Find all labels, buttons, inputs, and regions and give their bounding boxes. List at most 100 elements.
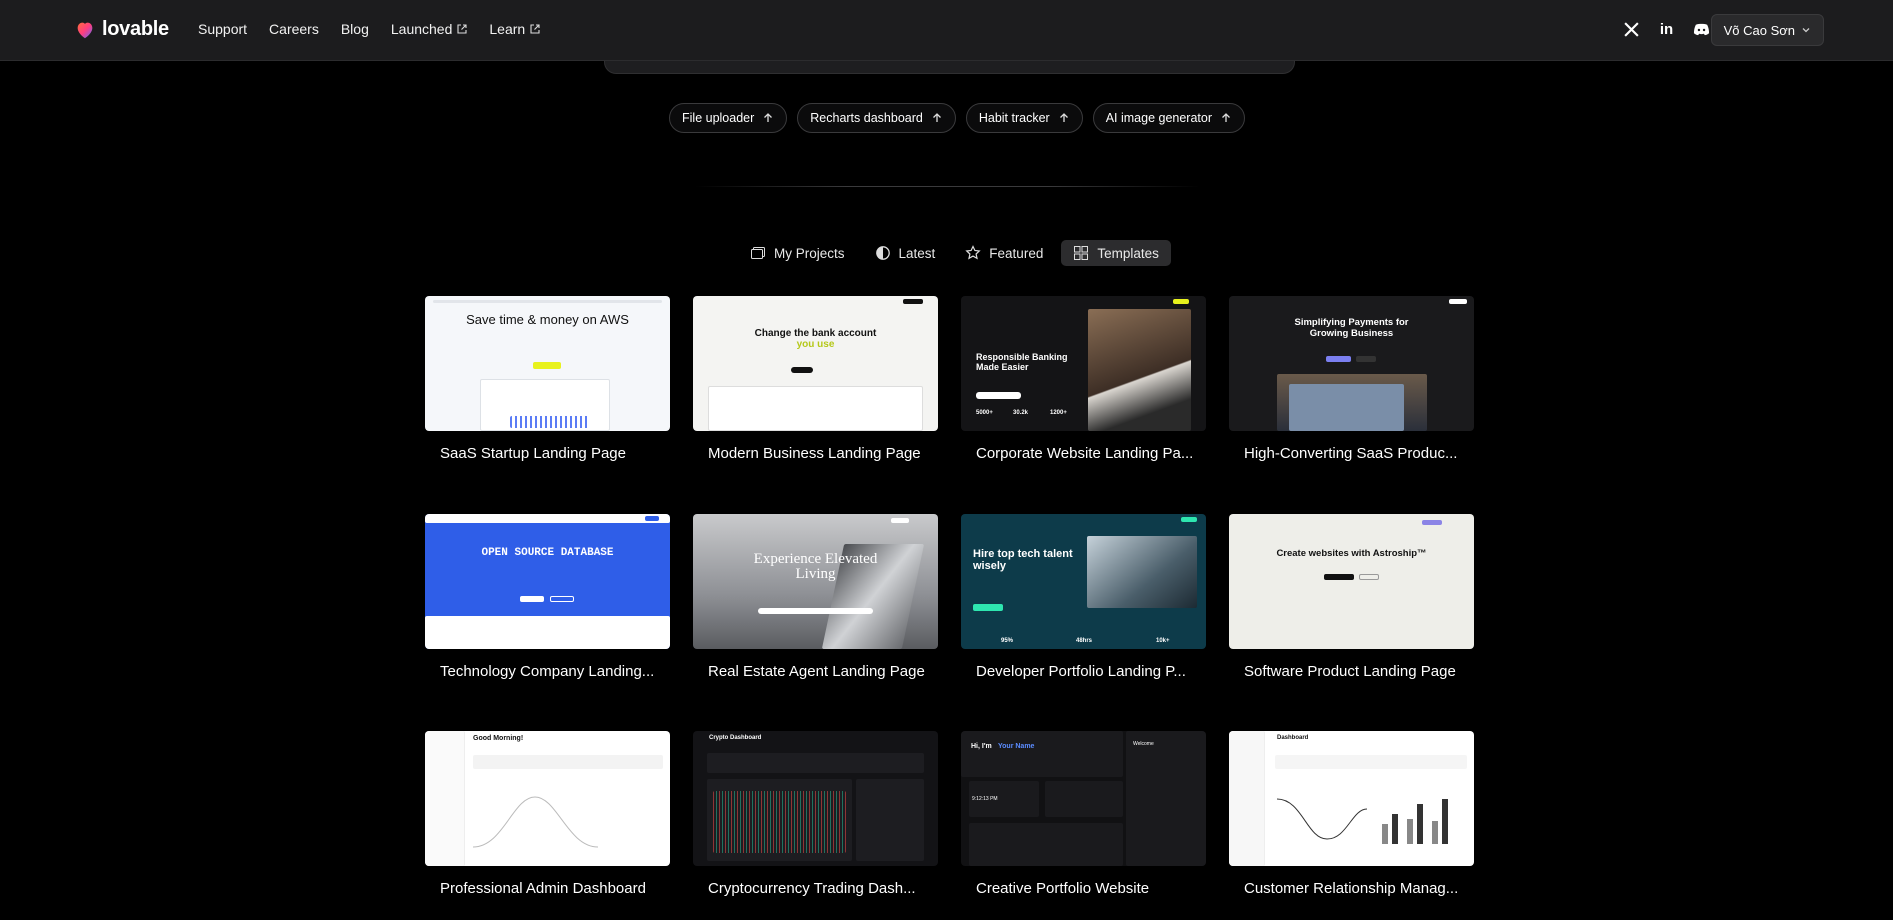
thumb-secondary-cta	[550, 596, 574, 602]
template-thumbnail[interactable]: Experience Elevated Living	[693, 514, 938, 649]
suggestion-chip[interactable]: AI image generator	[1092, 103, 1246, 133]
thumb-line-chart	[473, 796, 598, 848]
template-title: Customer Relationship Manag...	[1244, 880, 1459, 897]
discord-icon[interactable]	[1693, 21, 1710, 38]
thumb-cta	[533, 362, 561, 369]
nav-label: Launched	[390, 21, 453, 37]
tab-label: Latest	[898, 245, 936, 261]
template-card[interactable]: Experience Elevated Living Real Estate A…	[693, 514, 938, 680]
thumb-dashboard	[708, 386, 923, 431]
thumb-nav-button	[891, 518, 909, 523]
thumb-heading: Simplifying Payments for Growing Busines…	[1294, 317, 1409, 339]
thumb-contact-card	[1045, 781, 1123, 817]
template-thumbnail[interactable]: Hi, I'm Your Name Welcome 9:12:13 PM	[961, 731, 1206, 866]
tab-label: Templates	[1097, 245, 1159, 261]
template-title: SaaS Startup Landing Page	[440, 445, 626, 462]
template-card[interactable]: Dashboard Customer Relationship Manag...	[1229, 731, 1474, 897]
template-card[interactable]: Simplifying Payments for Growing Busines…	[1229, 296, 1474, 462]
thumb-nav-button	[903, 299, 923, 304]
thumb-heading: Hi, I'm	[971, 743, 992, 750]
external-link-icon	[530, 24, 540, 34]
template-thumbnail[interactable]: Responsible Banking Made Easier 5000+ 30…	[961, 296, 1206, 431]
thumb-sidebar	[1229, 731, 1265, 866]
x-icon[interactable]	[1623, 21, 1640, 38]
arrow-up-icon	[1222, 113, 1230, 122]
template-title: Cryptocurrency Trading Dash...	[708, 880, 916, 897]
template-thumbnail[interactable]: Change the bank account you use	[693, 296, 938, 431]
clock-icon	[875, 246, 890, 260]
thumb-nav-button	[1422, 520, 1442, 525]
tab-my-projects[interactable]: My Projects	[738, 240, 857, 266]
nav-link-launched[interactable]: Launched	[391, 21, 468, 37]
thumb-stat: 5000+	[976, 410, 993, 416]
thumb-stat-cards	[707, 753, 924, 773]
template-title: Developer Portfolio Landing P...	[976, 663, 1186, 680]
thumb-stat: 95%	[1001, 638, 1014, 644]
template-card[interactable]: Change the bank account you use Modern B…	[693, 296, 938, 462]
template-thumbnail[interactable]: Save time & money on AWS	[425, 296, 670, 431]
nav-link-support[interactable]: Support	[198, 21, 247, 37]
thumb-team-image	[1087, 536, 1197, 608]
thumb-line-chart	[1277, 798, 1367, 840]
section-divider	[695, 186, 1200, 187]
tab-featured[interactable]: Featured	[953, 240, 1055, 266]
thumb-laptop-screen	[1289, 384, 1404, 431]
template-card[interactable]: Hi, I'm Your Name Welcome 9:12:13 PM Cre…	[961, 731, 1206, 897]
template-title: Corporate Website Landing Pa...	[976, 445, 1194, 462]
suggestion-chips: File uploader Recharts dashboard Habit t…	[669, 103, 1246, 133]
brand-name: lovable	[102, 18, 169, 40]
tab-latest[interactable]: Latest	[863, 240, 948, 266]
template-card[interactable]: Responsible Banking Made Easier 5000+ 30…	[961, 296, 1206, 462]
thumb-heading: Experience Elevated Living	[753, 551, 878, 582]
template-card[interactable]: Save time & money on AWS SaaS Startup La…	[425, 296, 670, 462]
template-thumbnail[interactable]: Crypto Dashboard	[693, 731, 938, 866]
thumb-cta	[973, 604, 1003, 611]
folder-icon	[751, 247, 765, 259]
thumb-sidebar	[425, 731, 465, 866]
suggestion-chip[interactable]: File uploader	[669, 103, 788, 133]
top-navigation-bar: lovable Support Careers Blog Launched Le…	[0, 0, 1893, 61]
template-thumbnail[interactable]: Dashboard	[1229, 731, 1474, 866]
thumb-accent: Your Name	[998, 743, 1035, 750]
thumb-projects-card	[969, 823, 1123, 866]
thumb-clock-time: 9:12:13 PM	[972, 796, 998, 802]
linkedin-icon[interactable]: in	[1658, 21, 1675, 38]
template-thumbnail[interactable]: Hire top tech talent wisely 95% 48hrs 10…	[961, 514, 1206, 649]
thumb-candlestick-chart	[713, 791, 846, 853]
thumb-secondary-cta	[1359, 574, 1379, 580]
thumb-stat: 1200+	[1050, 410, 1067, 416]
template-card[interactable]: Hire top tech talent wisely 95% 48hrs 10…	[961, 514, 1206, 680]
thumb-nav-button	[1449, 299, 1467, 304]
user-menu-button[interactable]: Võ Cao Sơn	[1710, 14, 1824, 46]
lovable-logo[interactable]: lovable	[74, 18, 169, 41]
nav-link-blog[interactable]: Blog	[341, 21, 369, 37]
thumb-heading: Responsible Banking Made Easier	[976, 352, 1068, 372]
thumb-bars	[510, 416, 590, 428]
template-card[interactable]: OPEN SOURCE DATABASE Technology Company …	[425, 514, 670, 680]
tab-templates[interactable]: Templates	[1061, 240, 1171, 266]
suggestion-label: File uploader	[682, 111, 755, 125]
template-thumbnail[interactable]: Create websites with Astroship™	[1229, 514, 1474, 649]
thumb-cta	[1326, 356, 1351, 362]
template-thumbnail[interactable]: Good Morning!	[425, 731, 670, 866]
template-thumbnail[interactable]: Simplifying Payments for Growing Busines…	[1229, 296, 1474, 431]
thumb-portrait-image	[1088, 309, 1191, 431]
template-title: High-Converting SaaS Produc...	[1244, 445, 1458, 462]
thumb-heading: Create websites with Astroship™	[1276, 548, 1427, 559]
thumb-stat-cards	[1275, 755, 1467, 769]
thumb-footer-band	[425, 616, 670, 649]
template-thumbnail[interactable]: OPEN SOURCE DATABASE	[425, 514, 670, 649]
suggestion-chip[interactable]: Habit tracker	[965, 103, 1083, 133]
nav-label: Blog	[340, 21, 369, 37]
thumb-heading: Crypto Dashboard	[709, 735, 762, 741]
template-card[interactable]: Good Morning! Professional Admin Dashboa…	[425, 731, 670, 897]
arrow-up-icon	[1059, 113, 1068, 122]
suggestion-chip[interactable]: Recharts dashboard	[797, 103, 956, 133]
thumb-navbar	[433, 300, 662, 303]
project-tabs: My Projects Latest Featured Templates	[738, 240, 1171, 266]
template-card[interactable]: Crypto Dashboard Cryptocurrency Trading …	[693, 731, 938, 897]
nav-link-careers[interactable]: Careers	[269, 21, 319, 37]
template-card[interactable]: Create websites with Astroship™ Software…	[1229, 514, 1474, 680]
thumb-heading: OPEN SOURCE DATABASE	[481, 547, 614, 559]
nav-link-learn[interactable]: Learn	[489, 21, 540, 37]
